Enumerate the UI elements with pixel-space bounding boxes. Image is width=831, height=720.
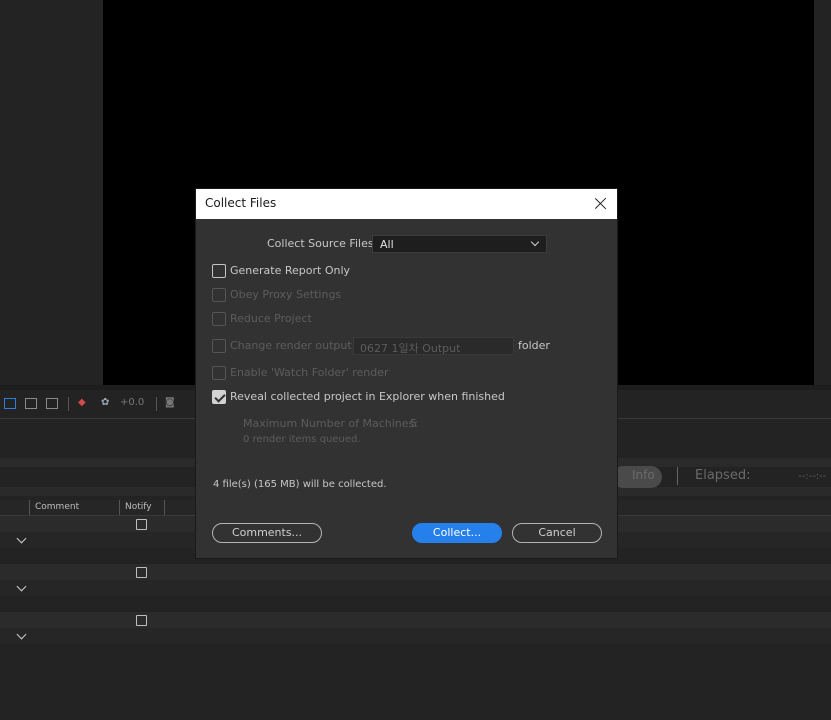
render-output-folder-value: 0627 1일차 Output — [360, 342, 461, 355]
collect-button[interactable]: Collect... — [412, 523, 502, 543]
render-queue-row — [0, 612, 831, 628]
notify-checkbox[interactable] — [136, 519, 147, 530]
obey-proxy-checkbox — [212, 288, 226, 302]
obey-proxy-label: Obey Proxy Settings — [230, 288, 342, 301]
toolbar-separator — [68, 397, 69, 411]
change-render-output-label: Change render output to — [230, 339, 367, 352]
column-separator[interactable] — [164, 500, 165, 515]
render-output-folder-field: 0627 1일차 Output — [353, 337, 514, 355]
collection-summary: 4 file(s) (165 MB) will be collected. — [213, 479, 387, 490]
column-separator[interactable] — [29, 500, 30, 515]
info-button-label: Info — [632, 468, 655, 482]
max-machines-value: 5 — [410, 417, 417, 430]
dialog-title-bar[interactable]: Collect Files — [196, 189, 617, 219]
watch-folder-label: Enable 'Watch Folder' render — [230, 366, 389, 379]
cancel-button[interactable]: Cancel — [512, 523, 602, 543]
region-of-interest-icon[interactable] — [4, 398, 16, 409]
column-header-comment[interactable]: Comment — [35, 502, 79, 512]
mask-visibility-icon[interactable] — [46, 398, 58, 409]
collect-files-dialog: Collect Files Collect Source Files: All … — [196, 189, 617, 558]
reduce-project-label: Reduce Project — [230, 312, 312, 325]
snapshot-camera-icon[interactable]: ◙ — [165, 397, 175, 408]
render-queue-settings-row — [0, 580, 831, 596]
watch-folder-checkbox — [212, 366, 226, 380]
transparency-grid-icon[interactable] — [25, 398, 37, 409]
column-header-notify[interactable]: Notify — [125, 502, 152, 512]
collect-source-label: Collect Source Files: — [267, 237, 378, 250]
reveal-explorer-label[interactable]: Reveal collected project in Explorer whe… — [230, 390, 505, 403]
elapsed-separator — [677, 467, 678, 485]
color-channel-icon[interactable]: ◆ — [78, 397, 86, 408]
dialog-title: Collect Files — [205, 196, 277, 210]
notify-checkbox[interactable] — [136, 615, 147, 626]
collect-source-dropdown[interactable]: All — [372, 235, 547, 253]
chevron-down-icon — [530, 237, 540, 247]
collect-source-value: All — [380, 238, 394, 251]
close-icon[interactable] — [591, 194, 611, 214]
generate-report-label[interactable]: Generate Report Only — [230, 264, 350, 277]
reduce-project-checkbox — [212, 312, 226, 326]
queued-items-text: 0 render items queued. — [243, 434, 361, 445]
generate-report-checkbox[interactable] — [212, 264, 226, 278]
toolbar-separator — [156, 397, 157, 411]
exposure-icon[interactable]: ✿ — [101, 397, 109, 408]
render-queue-row — [0, 564, 831, 580]
exposure-value[interactable]: +0.0 — [120, 397, 144, 408]
elapsed-label: Elapsed: — [695, 468, 751, 483]
folder-suffix-label: folder — [518, 339, 550, 352]
notify-checkbox[interactable] — [136, 567, 147, 578]
elapsed-value: --:--:-- — [798, 471, 827, 482]
change-render-output-checkbox — [212, 339, 226, 353]
comments-button[interactable]: Comments... — [212, 523, 322, 543]
max-machines-label: Maximum Number of Machines: — [243, 417, 418, 430]
reveal-explorer-checkbox[interactable] — [212, 390, 226, 404]
column-separator[interactable] — [119, 500, 120, 515]
render-queue-settings-row — [0, 628, 831, 644]
